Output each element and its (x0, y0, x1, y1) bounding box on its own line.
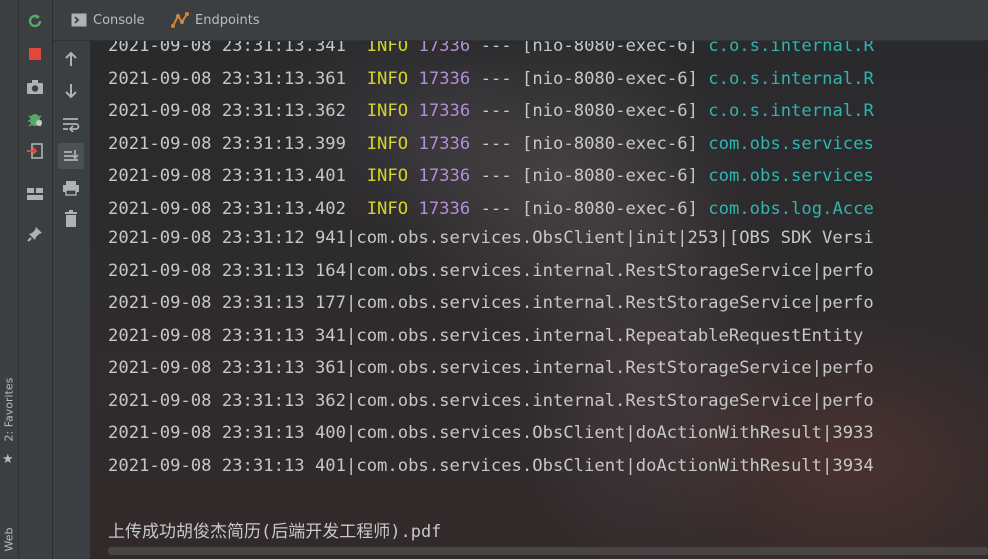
log-timestamp: 2021-09-08 23:31:13.361 (108, 68, 346, 89)
console-toolbar (53, 40, 91, 559)
sdk-log-line: 2021-09-08 23:31:13 341|com.obs.services… (108, 325, 864, 346)
exit-icon[interactable] (24, 140, 46, 162)
tab-endpoints[interactable]: Endpoints (171, 0, 260, 40)
sdk-log-line: 2021-09-08 23:31:13 361|com.obs.services… (108, 358, 874, 378)
log-thread: [nio-8080-exec-6] (521, 101, 698, 121)
log-logger: com.obs.services (708, 133, 874, 154)
rerun-icon[interactable] (24, 10, 46, 32)
log-level: INFO (366, 68, 409, 89)
run-toolbar (19, 0, 52, 559)
star-icon[interactable]: ★ (2, 452, 14, 467)
favorites-tab[interactable]: 2: Favorites (3, 372, 16, 442)
web-label: Web (2, 527, 16, 552)
log-timestamp: 2021-09-08 23:31:13.401 (108, 166, 346, 186)
print-icon[interactable] (60, 177, 82, 199)
left-tool-stripe: 2: Favorites ★ Web (0, 0, 19, 559)
log-separator: --- (480, 198, 512, 219)
log-level: INFO (366, 198, 409, 219)
arrow-up-icon[interactable] (60, 48, 82, 70)
log-pid: 17336 (418, 166, 471, 186)
log-logger: com.obs.log.Acce (708, 198, 874, 219)
log-separator: --- (480, 101, 512, 121)
log-line: 2021-09-08 23:31:13.401 INFO 17336 --- [… (108, 160, 874, 192)
arrow-down-icon[interactable] (60, 80, 82, 102)
pin-icon[interactable] (24, 223, 46, 245)
log-thread: [nio-8080-exec-6] (521, 198, 698, 219)
console-output[interactable]: 2021-09-08 23:31:13.341 INFO 17336 --- [… (90, 40, 988, 559)
scroll-to-end-icon[interactable] (58, 143, 84, 169)
log-line: 2021-09-08 23:31:13.399 INFO 17336 --- [… (108, 128, 874, 160)
sdk-log-line: 2021-09-08 23:31:13 362|com.obs.services… (108, 390, 874, 411)
log-line: 2021-09-08 23:31:13.361 INFO 17336 --- [… (108, 63, 874, 95)
log-level: INFO (366, 133, 409, 154)
log-timestamp: 2021-09-08 23:31:13.399 (108, 133, 346, 154)
log-thread: [nio-8080-exec-6] (521, 133, 698, 154)
sdk-log-line: 2021-09-08 23:31:13 177|com.obs.services… (108, 293, 874, 313)
upload-success-message: 上传成功胡俊杰简历(后端开发工程师).pdf (108, 522, 442, 542)
log-level: INFO (366, 101, 409, 121)
horizontal-scrollbar[interactable] (108, 547, 988, 555)
log-thread: [nio-8080-exec-6] (521, 166, 698, 186)
log-pid: 17336 (418, 198, 471, 219)
sdk-log-line: 2021-09-08 23:31:13 164|com.obs.services… (108, 260, 874, 281)
console-icon (71, 13, 87, 27)
sdk-log-line: 2021-09-08 23:31:12 941|com.obs.services… (108, 228, 874, 248)
log-pid: 17336 (418, 133, 471, 154)
log-line: 2021-09-08 23:31:13.362 INFO 17336 --- [… (108, 95, 874, 127)
log-timestamp: 2021-09-08 23:31:13.402 (108, 198, 346, 219)
log-line: 2021-09-08 23:31:13.341 INFO 17336 --- [… (108, 40, 874, 62)
trash-icon[interactable] (60, 208, 82, 230)
log-separator: --- (480, 133, 512, 154)
log-separator: --- (480, 68, 512, 89)
log-pid: 17336 (418, 40, 471, 56)
log-logger: c.o.s.internal.R (708, 101, 874, 121)
log-timestamp: 2021-09-08 23:31:13.362 (108, 101, 346, 121)
log-pid: 17336 (418, 101, 471, 121)
log-separator: --- (480, 40, 512, 56)
log-logger: com.obs.services (708, 166, 874, 186)
log-thread: [nio-8080-exec-6] (521, 68, 698, 89)
stop-icon[interactable] (24, 43, 46, 65)
debug-bug-icon[interactable] (24, 108, 46, 130)
camera-icon[interactable] (24, 76, 46, 98)
sdk-log-line: 2021-09-08 23:31:13 400|com.obs.services… (108, 423, 874, 443)
log-logger: c.o.s.internal.R (708, 68, 874, 89)
run-tab-bar: Console Endpoints (53, 0, 988, 41)
layout-icon[interactable] (24, 183, 46, 205)
log-line: 2021-09-08 23:31:13.402 INFO 17336 --- [… (108, 193, 874, 225)
tab-console[interactable]: Console (71, 0, 145, 40)
log-pid: 17336 (418, 68, 471, 89)
log-logger: c.o.s.internal.R (708, 40, 874, 56)
sdk-log-line: 2021-09-08 23:31:13 401|com.obs.services… (108, 455, 874, 476)
favorites-label: 2: Favorites (2, 377, 16, 442)
log-level: INFO (366, 166, 409, 186)
log-level: INFO (366, 40, 409, 56)
log-separator: --- (480, 166, 512, 186)
log-thread: [nio-8080-exec-6] (521, 40, 698, 56)
log-timestamp: 2021-09-08 23:31:13.341 (108, 40, 346, 56)
tab-endpoints-label: Endpoints (195, 12, 260, 28)
web-tab[interactable]: Web (3, 482, 16, 552)
tab-console-label: Console (93, 12, 145, 28)
endpoints-icon (171, 12, 189, 28)
soft-wrap-icon[interactable] (60, 113, 82, 135)
